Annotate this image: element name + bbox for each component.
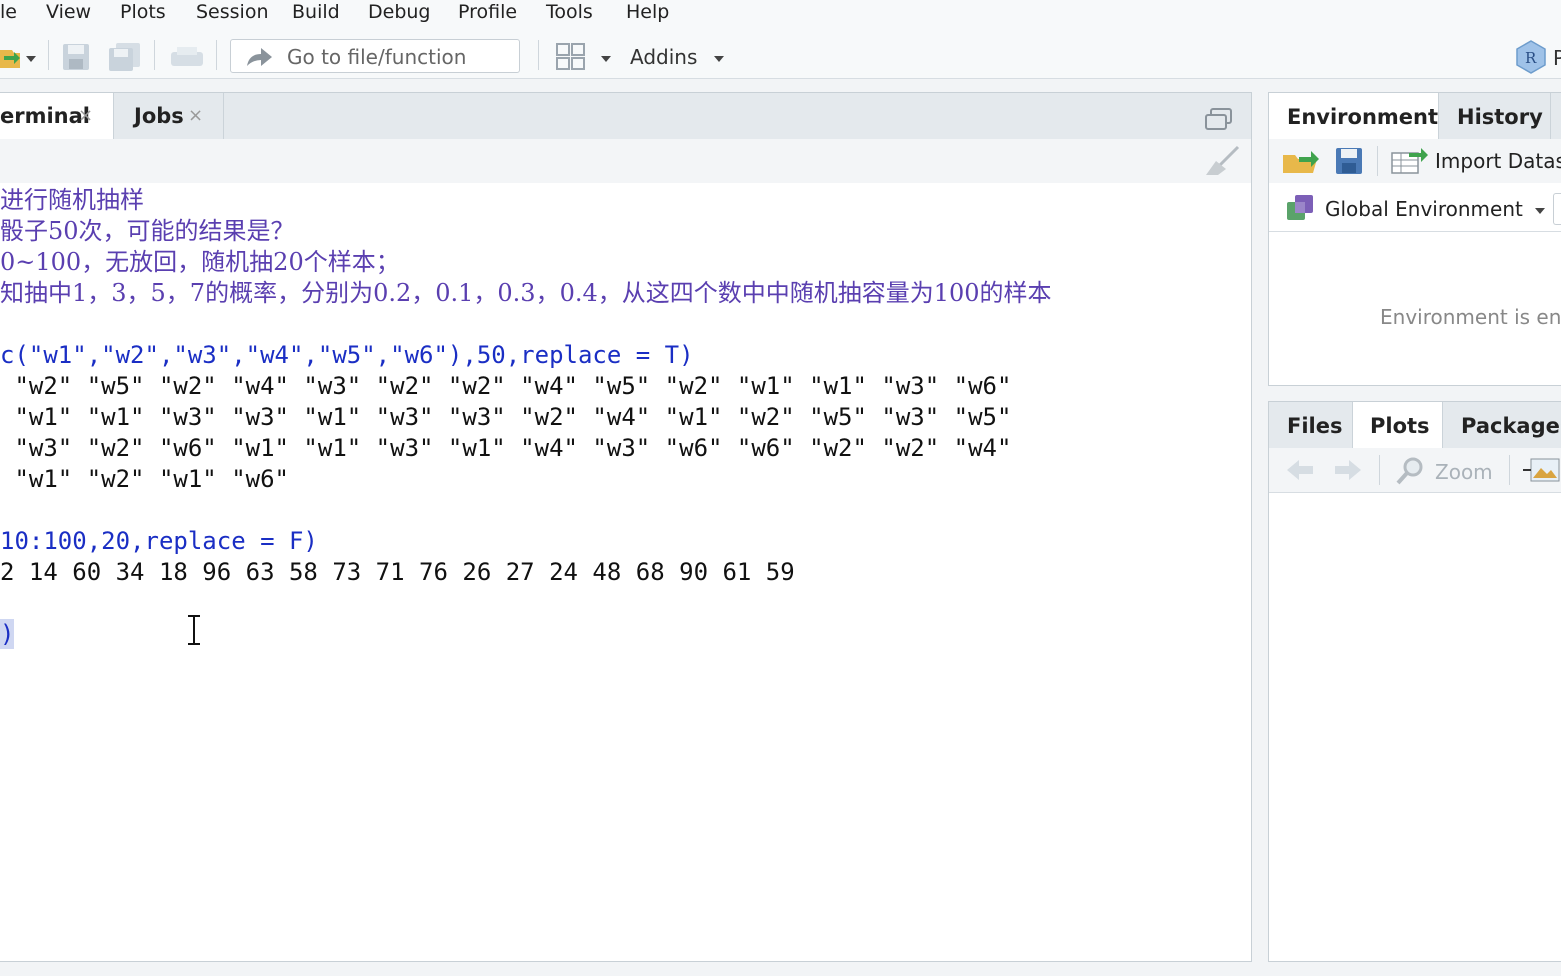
console-comment-line: 进行随机抽样	[0, 186, 144, 214]
addins-menu[interactable]: Addins	[630, 45, 724, 69]
global-environment-icon	[1287, 195, 1313, 220]
save-icon[interactable]	[62, 43, 90, 71]
tab-plots[interactable]: Plots	[1353, 402, 1443, 449]
tab-environment[interactable]: Environment	[1269, 93, 1439, 140]
tab-plots-label: Plots	[1370, 414, 1430, 438]
open-project-icon[interactable]	[0, 44, 20, 70]
back-arrow-icon[interactable]	[1285, 458, 1315, 482]
console-subbar	[0, 139, 1251, 184]
goto-arrow-icon	[247, 48, 272, 66]
console-output-line: "w1" "w1" "w3" "w3" "w1" "w3" "w3" "w2" …	[0, 403, 1012, 431]
forward-arrow-icon[interactable]	[1333, 458, 1363, 482]
addins-label: Addins	[630, 45, 698, 69]
import-dataset-icon[interactable]	[1391, 147, 1429, 175]
tab-environment-label: Environment	[1287, 105, 1439, 129]
files-plots-pane: Files Plots Packages Zoom	[1268, 401, 1561, 962]
goto-file-input[interactable]: Go to file/function	[230, 39, 520, 73]
scope-label: Global Environment	[1325, 197, 1523, 221]
console-command-line: )	[0, 619, 15, 649]
menu-session[interactable]: Session	[196, 0, 269, 24]
console-output-line: "w1" "w2" "w1" "w6"	[0, 465, 289, 493]
import-dataset-button[interactable]: Import Datas	[1435, 149, 1561, 173]
environment-tabbar: Environment History	[1269, 93, 1561, 140]
open-folder-icon[interactable]	[1281, 145, 1321, 175]
console-pane: erminal × Jobs × 进行随机抽样骰子50次，可能的结果是？ 0~10…	[0, 92, 1252, 962]
menu-view[interactable]: View	[46, 0, 91, 24]
tab-history-label: History	[1457, 105, 1543, 129]
console-output[interactable]: 进行随机抽样骰子50次，可能的结果是？ 0~100，无放回，随机抽20个样本； 知抽…	[0, 183, 1251, 961]
menu-bar: le View Plots Session Build Debug Profil…	[0, 0, 1561, 26]
menu-tools[interactable]: Tools	[546, 0, 593, 24]
grid-layout-icon[interactable]	[556, 43, 586, 71]
console-command-line: c("w1","w2","w3","w4","w5","w6"),50,repl…	[0, 341, 694, 369]
console-comment-line: 知抽中1，3，5，7的概率，分别为0.2，0.1，0.3，0.4，从这四个数中中…	[0, 279, 1052, 307]
console-comment-line: 0~100，无放回，随机抽20个样本；	[0, 248, 400, 276]
toolbar-divider	[1377, 146, 1378, 176]
environment-toolbar: Import Datas	[1269, 139, 1561, 184]
toolbar-divider	[538, 40, 539, 70]
chevron-down-icon	[713, 55, 724, 62]
console-output-line: 2 14 60 34 18 96 63 58 73 71 76 26 27 24…	[0, 558, 795, 586]
tab-terminal-label: erminal	[0, 104, 90, 128]
toolbar-divider	[154, 40, 155, 70]
broom-icon[interactable]	[1202, 145, 1240, 177]
menu-file[interactable]: le	[0, 0, 17, 24]
chevron-down-icon[interactable]	[601, 56, 611, 62]
tab-packages[interactable]: Packages	[1443, 402, 1561, 448]
tab-jobs-label: Jobs	[134, 104, 184, 128]
menu-plots[interactable]: Plots	[120, 0, 166, 24]
text-cursor-icon	[188, 615, 200, 645]
project-menu-label[interactable]: P	[1553, 46, 1561, 70]
toolbar-divider	[48, 40, 49, 70]
menu-help[interactable]: Help	[626, 0, 669, 24]
tab-jobs[interactable]: Jobs ×	[114, 93, 224, 139]
tab-history[interactable]: History	[1439, 93, 1551, 139]
environment-empty-message: Environment is en	[1380, 305, 1561, 329]
tab-files-label: Files	[1287, 414, 1343, 438]
toolbar-divider	[216, 40, 217, 70]
console-output-line: "w2" "w5" "w2" "w4" "w3" "w2" "w2" "w4" …	[0, 372, 1012, 400]
close-icon[interactable]: ×	[78, 105, 93, 126]
menu-profile[interactable]: Profile	[458, 0, 517, 24]
tab-terminal[interactable]: erminal ×	[0, 93, 114, 139]
maximize-pane-icon[interactable]	[1204, 107, 1234, 133]
toolbar-divider	[1509, 455, 1510, 485]
environment-scope-bar: Global Environment	[1269, 183, 1561, 232]
tab-packages-label: Packages	[1461, 414, 1561, 438]
save-workspace-icon[interactable]	[1335, 147, 1363, 175]
export-plot-icon[interactable]	[1521, 458, 1561, 484]
console-command-line: 10:100,20,replace = F)	[0, 527, 318, 555]
environment-pane: Environment History Import Datas Global …	[1268, 92, 1561, 386]
save-all-icon[interactable]	[108, 42, 142, 72]
menu-debug[interactable]: Debug	[368, 0, 430, 24]
close-icon[interactable]: ×	[188, 105, 203, 126]
tab-files[interactable]: Files	[1269, 402, 1353, 448]
files-tabbar: Files Plots Packages	[1269, 402, 1561, 449]
print-icon[interactable]	[170, 46, 204, 70]
toolbar-divider	[1379, 455, 1380, 485]
console-output-line: "w3" "w2" "w6" "w1" "w1" "w3" "w1" "w4" …	[0, 434, 1012, 462]
project-initial: R	[1525, 49, 1537, 67]
plots-toolbar: Zoom	[1269, 448, 1561, 493]
goto-placeholder: Go to file/function	[287, 45, 467, 69]
console-tabbar: erminal × Jobs ×	[0, 93, 1251, 140]
r-project-icon[interactable]: R	[1514, 40, 1548, 74]
menu-build[interactable]: Build	[292, 0, 340, 24]
zoom-button[interactable]: Zoom	[1435, 460, 1493, 484]
console-comment-line: 骰子50次，可能的结果是？	[0, 217, 295, 245]
chevron-down-icon[interactable]	[26, 56, 36, 62]
environment-scope-dropdown[interactable]: Global Environment	[1325, 197, 1546, 221]
chevron-down-icon	[1535, 207, 1546, 214]
environment-search-input[interactable]	[1553, 193, 1561, 225]
zoom-icon[interactable]	[1395, 456, 1425, 486]
